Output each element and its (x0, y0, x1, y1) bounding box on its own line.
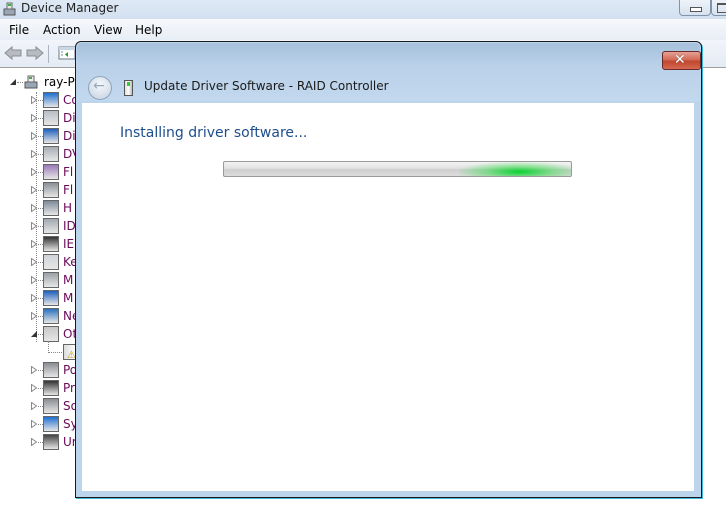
floppy-controller-icon (43, 164, 59, 180)
expand-arrow-icon[interactable] (31, 402, 37, 410)
tree-item-label: Fl (63, 165, 74, 179)
computer-monitor-icon (43, 92, 59, 108)
expand-arrow-icon[interactable] (31, 258, 37, 266)
progress-marquee (458, 162, 571, 176)
expand-arrow-icon[interactable] (31, 114, 37, 122)
tree-item-label: M (63, 291, 74, 305)
close-button[interactable]: ✕ (662, 51, 701, 70)
sound-icon (43, 398, 59, 414)
dialog-title: Update Driver Software - RAID Controller (144, 79, 389, 93)
menu-help[interactable]: Help (135, 23, 162, 37)
floppy-drive-icon (43, 182, 59, 198)
ieee1394-icon (43, 236, 59, 252)
back-button[interactable]: ← (88, 76, 112, 100)
device-manager-titlebar: Device Manager (0, 0, 726, 19)
computer-icon (24, 75, 38, 89)
maximize-button[interactable] (711, 0, 726, 16)
usb-controller-icon (43, 434, 59, 450)
menu-action[interactable]: Action (43, 23, 81, 37)
ide-controller-icon (43, 218, 59, 234)
dialog-body: Installing driver software... (82, 103, 694, 491)
tree-item-label: M (63, 273, 74, 287)
menu-view[interactable]: View (94, 23, 122, 37)
forward-arrow-icon[interactable] (26, 45, 44, 61)
tree-item-label: H (63, 201, 73, 215)
minimize-icon (690, 7, 702, 12)
expand-arrow-icon[interactable] (31, 150, 37, 158)
expand-arrow-icon[interactable] (31, 384, 37, 392)
tree-root-label: ray-P (44, 75, 75, 89)
processor-icon (43, 380, 59, 396)
close-icon: ✕ (674, 52, 686, 68)
tree-item-label: Pr (63, 381, 75, 395)
system-devices-icon (43, 416, 59, 432)
tree-item-label: Di (63, 129, 76, 143)
mouse-icon (43, 272, 59, 288)
expand-arrow-icon[interactable] (31, 294, 37, 302)
back-arrow-icon: ← (93, 78, 105, 94)
collapse-arrow-icon[interactable] (10, 78, 16, 86)
ports-icon (43, 362, 59, 378)
other-devices-icon (43, 326, 59, 342)
maximize-icon (717, 3, 726, 13)
expand-arrow-icon[interactable] (31, 240, 37, 248)
collapse-arrow-icon[interactable] (31, 330, 37, 338)
expand-arrow-icon[interactable] (31, 132, 37, 140)
network-adapter-icon (43, 308, 59, 324)
monitor-icon (43, 290, 59, 306)
human-interface-icon (43, 200, 59, 216)
expand-arrow-icon[interactable] (31, 186, 37, 194)
toolbar-separator (48, 45, 49, 63)
expand-arrow-icon[interactable] (31, 96, 37, 104)
menu-file[interactable]: File (9, 23, 29, 37)
display-adapter-icon (43, 128, 59, 144)
back-arrow-icon[interactable] (4, 45, 22, 61)
expand-arrow-icon[interactable] (31, 204, 37, 212)
tree-connector (48, 352, 62, 353)
expand-arrow-icon[interactable] (31, 222, 37, 230)
update-driver-dialog: ✕ ← Update Driver Software - RAID Contro… (75, 41, 702, 498)
keyboard-icon (43, 254, 59, 270)
expand-arrow-icon[interactable] (31, 420, 37, 428)
expand-arrow-icon[interactable] (31, 366, 37, 374)
menu-bar: File Action View Help (0, 19, 726, 40)
tree-item-label: IE (63, 237, 75, 251)
minimize-button[interactable] (679, 0, 711, 16)
tree-item-label: Fl (63, 183, 74, 197)
window-title: Device Manager (21, 1, 119, 15)
device-manager-icon (3, 2, 16, 16)
tree-item-label: Di (63, 111, 76, 125)
dialog-header: ✕ ← Update Driver Software - RAID Contro… (77, 43, 701, 101)
disk-drive-icon (43, 110, 59, 126)
expand-arrow-icon[interactable] (31, 276, 37, 284)
dvd-drive-icon (43, 146, 59, 162)
expand-arrow-icon[interactable] (31, 312, 37, 320)
console-tree-icon[interactable] (58, 45, 76, 61)
install-status-heading: Installing driver software... (120, 125, 308, 141)
expand-arrow-icon[interactable] (31, 168, 37, 176)
raid-controller-icon (124, 80, 133, 96)
install-progress-bar (223, 161, 572, 177)
tree-item-label: ID (63, 219, 76, 233)
expand-arrow-icon[interactable] (31, 438, 37, 446)
